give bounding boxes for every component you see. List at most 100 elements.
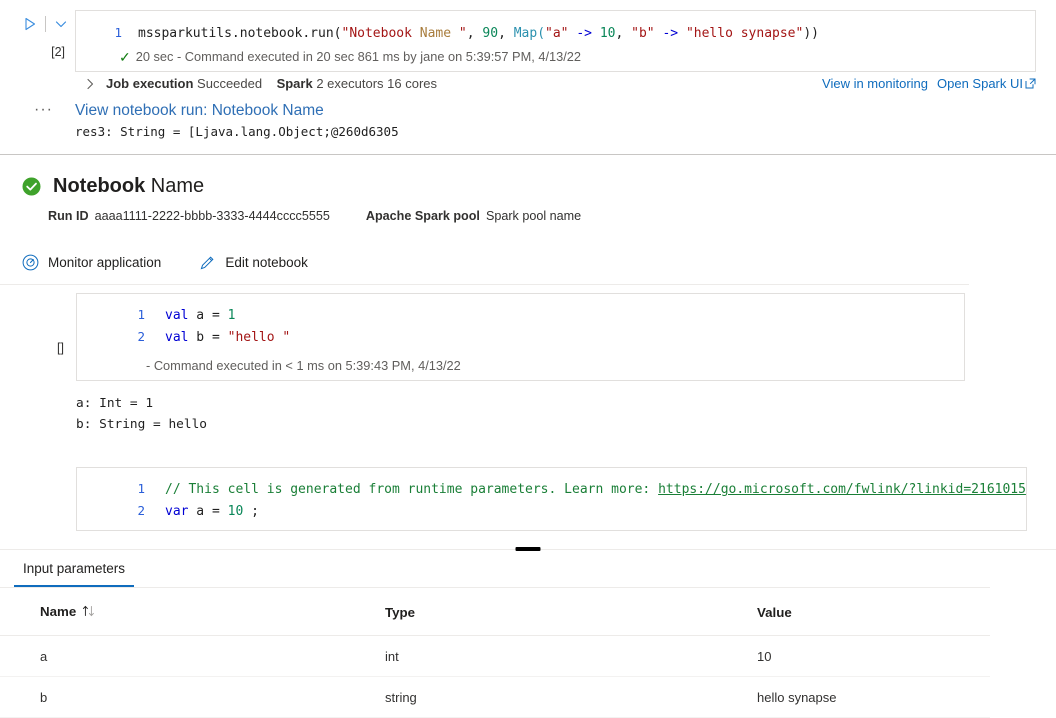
code-editor-box[interactable]: 1 mssparkutils.notebook.run("Notebook Na… (75, 10, 1036, 72)
code-token: ; (243, 504, 259, 519)
check-icon: ✓ (119, 50, 131, 64)
param-name-cell: b (0, 677, 385, 718)
param-type-cell: int (385, 636, 757, 677)
open-spark-ui-label: Open Spark UI (937, 76, 1023, 91)
edit-notebook-label: Edit notebook (225, 255, 308, 270)
code-line: 2 var a = 10 ; (77, 500, 1026, 530)
code-comment-text: // This cell is generated from runtime p… (165, 482, 658, 497)
code-source-line: val b = "hello " (165, 327, 290, 348)
view-notebook-run-link[interactable]: View notebook run: Notebook Name (75, 101, 399, 121)
column-header-name-label: Name (40, 604, 76, 619)
column-header-type[interactable]: Type (385, 588, 757, 636)
external-link-icon (1025, 77, 1036, 88)
param-value-cell: hello synapse (757, 677, 990, 718)
line-number: 1 (77, 478, 165, 499)
code-token: 90 (482, 26, 498, 41)
chevron-right-icon[interactable] (83, 77, 97, 91)
inner-cell-2-gutter (0, 467, 76, 515)
code-line: 1 // This cell is generated from runtime… (77, 468, 1026, 500)
code-token: )) (803, 26, 819, 41)
code-token: -> (655, 26, 686, 41)
run-meta-row: Run ID aaaa1111-2222-bbbb-3333-4444cccc5… (0, 198, 1036, 223)
notebook-run-block: View notebook run: Notebook Name res3: S… (75, 101, 399, 141)
success-check-circle-icon (22, 177, 41, 196)
spark-pool-label: Apache Spark pool (366, 209, 480, 223)
code-token: Map( (514, 26, 545, 41)
line-number: 2 (77, 326, 165, 347)
job-execution-label: Job execution (106, 76, 193, 91)
inner-cell-1-output: a: Int = 1 b: String = hello (0, 381, 1036, 435)
table-header-row: Name Type Value (0, 588, 990, 636)
table-row[interactable]: aint10 (0, 636, 990, 677)
detail-toolbar: Monitor application Edit notebook (0, 238, 969, 285)
cell-status-text: 20 sec - Command executed in 20 sec 861 … (136, 49, 581, 64)
more-options-ellipsis[interactable]: ··· (0, 101, 75, 119)
code-token: var (165, 504, 188, 519)
code-token: "b" (631, 26, 654, 41)
line-number: 2 (77, 500, 165, 521)
code-line: 1 mssparkutils.notebook.run("Notebook Na… (76, 11, 1035, 47)
panel-tabs: Input parameters (0, 550, 990, 588)
inner-cell-2-box[interactable]: 1 // This cell is generated from runtime… (76, 467, 1027, 531)
table-row[interactable]: bstringhello synapse (0, 677, 990, 718)
tab-input-parameters[interactable]: Input parameters (14, 550, 134, 587)
run-id-value: aaaa1111-2222-bbbb-3333-4444cccc5555 (95, 209, 330, 223)
cell-gutter: [2] (0, 10, 75, 59)
cell-result-text: res3: String = [Ljava.lang.Object;@260d6… (75, 123, 399, 141)
param-type-cell: string (385, 677, 757, 718)
code-token: a (188, 308, 211, 323)
spark-detail: 2 executors 16 cores (316, 76, 437, 91)
job-execution-row: Job execution Succeeded Spark 2 executor… (0, 72, 1056, 95)
code-token: " (459, 26, 467, 41)
inner-cell-1: [] 1 val a = 1 2 val b = "hello " - Comm… (0, 293, 1036, 381)
inner-notebook-cells: [] 1 val a = 1 2 val b = "hello " - Comm… (0, 285, 1036, 531)
code-source-line: // This cell is generated from runtime p… (165, 479, 1026, 500)
spark-label: Spark (277, 76, 313, 91)
sort-ascending-descending-icon[interactable] (82, 605, 98, 620)
code-token: val (165, 330, 188, 345)
code-source-line: val a = 1 (165, 305, 235, 326)
code-token: = (212, 330, 228, 345)
notebook-run-link-row: ··· View notebook run: Notebook Name res… (0, 95, 1056, 141)
column-header-value[interactable]: Value (757, 588, 990, 636)
code-token: "Notebook (342, 26, 420, 41)
edit-notebook-button[interactable]: Edit notebook (189, 254, 308, 271)
notebook-title-row: Notebook Name (0, 155, 1036, 198)
run-cell-play-icon[interactable] (22, 16, 38, 32)
code-token: 1 (228, 308, 236, 323)
table-body: aint10bstringhello synapse (0, 636, 990, 718)
code-token: 10 (228, 504, 244, 519)
line-number: 1 (76, 22, 138, 43)
inner-cell-1-box[interactable]: 1 val a = 1 2 val b = "hello " - Command… (76, 293, 965, 381)
code-token: val (165, 308, 188, 323)
code-token: b (188, 330, 211, 345)
monitor-application-button[interactable]: Monitor application (12, 254, 161, 271)
inner-cell-1-execution-count: [] (0, 293, 76, 355)
open-spark-ui-link[interactable]: Open Spark UI (937, 76, 1036, 91)
synapse-notebook-run-page: [2] 1 mssparkutils.notebook.run("Noteboo… (0, 0, 1056, 718)
caller-notebook-cell: [2] 1 mssparkutils.notebook.run("Noteboo… (0, 0, 1056, 72)
panel-splitter[interactable] (0, 549, 1056, 550)
code-source-line: var a = 10 ; (165, 501, 259, 522)
learn-more-link[interactable]: https://go.microsoft.com/fwlink/?linkid=… (658, 482, 1026, 497)
view-notebook-run-prefix: View notebook run: (75, 102, 212, 119)
splitter-handle[interactable] (516, 547, 541, 551)
job-execution-status: Succeeded (197, 76, 262, 91)
code-token: a (188, 504, 211, 519)
code-token: "hello " (228, 330, 291, 345)
chevron-down-icon[interactable] (53, 16, 69, 32)
code-token: Name (420, 26, 459, 41)
column-header-name[interactable]: Name (0, 588, 385, 636)
code-token: = (212, 504, 228, 519)
monitor-application-label: Monitor application (48, 255, 161, 270)
view-in-monitoring-link[interactable]: View in monitoring (822, 76, 928, 91)
output-line: a: Int = 1 (76, 393, 1036, 414)
notebook-run-detail: Notebook Name Run ID aaaa1111-2222-bbbb-… (0, 155, 1056, 531)
notebook-title-bold: Notebook (53, 175, 145, 197)
code-token: -> (569, 26, 600, 41)
code-token: 10 (600, 26, 616, 41)
execution-count: [2] (51, 45, 75, 59)
run-id-label: Run ID (48, 209, 89, 223)
code-line: 1 val a = 1 (77, 294, 964, 326)
spark-pool-value: Spark pool name (486, 209, 581, 223)
